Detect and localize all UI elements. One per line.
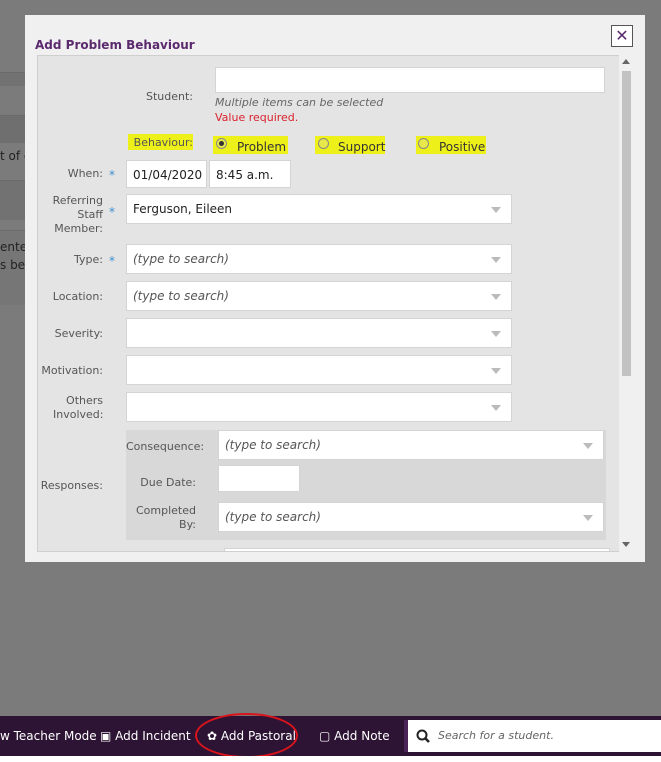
close-button[interactable]: ✕ [611, 25, 633, 47]
responses-label: Responses: [40, 479, 103, 492]
note-icon: ▢ [319, 729, 331, 743]
radio-positive[interactable] [418, 138, 429, 149]
due-date-label: Due Date: [140, 476, 196, 489]
responses-section: Consequence: (type to search) Due Date: … [126, 430, 606, 540]
time-input[interactable]: 8:45 a.m. [209, 160, 291, 188]
referring-staff-select[interactable]: Ferguson, Eileen [126, 194, 512, 224]
type-select[interactable]: (type to search) [126, 244, 512, 274]
consequence-select[interactable]: (type to search) [218, 430, 604, 460]
motivation-select[interactable] [126, 355, 512, 385]
scroll-up-icon[interactable] [622, 59, 630, 64]
search-icon [416, 729, 430, 743]
medical-kit-icon: ▣ [100, 729, 112, 743]
bottom-toolbar: w Teacher Mode ▣ Add Incident ✿ Add Past… [0, 713, 661, 758]
next-field[interactable] [224, 548, 610, 551]
radio-support[interactable] [318, 138, 329, 149]
student-input[interactable] [215, 67, 605, 93]
bg-band [0, 72, 25, 86]
add-incident-button[interactable]: ▣ Add Incident [100, 729, 191, 743]
type-placeholder: (type to search) [133, 252, 229, 266]
chevron-down-icon [491, 331, 501, 337]
add-note-label: Add Note [334, 729, 390, 743]
radio-positive-label: Positive [439, 140, 486, 154]
type-label: Type: [74, 253, 103, 266]
completed-by-label: Completed By: [136, 504, 196, 531]
due-date-input[interactable] [218, 465, 300, 492]
scroll-thumb[interactable] [622, 71, 631, 376]
page-bottom [0, 756, 661, 762]
bg-text: ente [0, 240, 28, 254]
close-icon: ✕ [615, 26, 629, 45]
student-search[interactable]: Search for a student. [404, 720, 661, 752]
location-placeholder: (type to search) [133, 289, 229, 303]
required-star: * [109, 254, 115, 268]
others-involved-select[interactable] [126, 392, 512, 422]
required-star: * [109, 205, 115, 219]
chevron-down-icon [583, 515, 593, 521]
bg-band [0, 180, 25, 220]
motivation-label: Motivation: [41, 364, 103, 377]
location-label: Location: [52, 290, 103, 303]
consequence-placeholder: (type to search) [225, 438, 321, 452]
chevron-down-icon [491, 368, 501, 374]
search-placeholder: Search for a student. [438, 729, 554, 742]
teacher-mode-button[interactable]: w Teacher Mode [0, 729, 97, 743]
referring-label: Referring Staff Member: [52, 194, 103, 235]
chevron-down-icon [491, 294, 501, 300]
behaviour-label: Behaviour: [133, 136, 193, 149]
when-label: When: [67, 167, 103, 180]
location-select[interactable]: (type to search) [126, 281, 512, 311]
scroll-down-icon[interactable] [622, 542, 630, 547]
form-panel: Student: Multiple items can be selected … [37, 55, 633, 552]
required-star: * [109, 168, 115, 182]
student-label: Student: [145, 90, 193, 103]
severity-select[interactable] [126, 318, 512, 348]
others-label: Others Involved: [53, 394, 104, 421]
bg-band [0, 115, 25, 143]
radio-problem[interactable] [216, 138, 227, 149]
consequence-label: Consequence: [126, 440, 205, 453]
dialog-title: Add Problem Behaviour [35, 38, 195, 52]
completed-by-select[interactable]: (type to search) [218, 502, 604, 532]
completed-by-placeholder: (type to search) [225, 510, 321, 524]
add-incident-label: Add Incident [115, 729, 191, 743]
student-hint: Multiple items can be selected [215, 96, 384, 109]
referring-value: Ferguson, Eileen [133, 202, 233, 216]
radio-support-label: Support [338, 140, 386, 154]
severity-label: Severity: [54, 327, 103, 340]
add-note-button[interactable]: ▢ Add Note [319, 729, 390, 743]
student-error: Value required. [215, 111, 299, 124]
red-annotation-circle [195, 713, 298, 758]
date-input[interactable]: 01/04/2020 [126, 160, 207, 188]
scrollbar[interactable] [619, 55, 633, 552]
chevron-down-icon [491, 257, 501, 263]
chevron-down-icon [491, 405, 501, 411]
add-problem-behaviour-dialog: Add Problem Behaviour ✕ Student: Multipl… [25, 15, 645, 562]
radio-problem-label: Problem [237, 140, 287, 154]
chevron-down-icon [583, 443, 593, 449]
chevron-down-icon [491, 207, 501, 213]
